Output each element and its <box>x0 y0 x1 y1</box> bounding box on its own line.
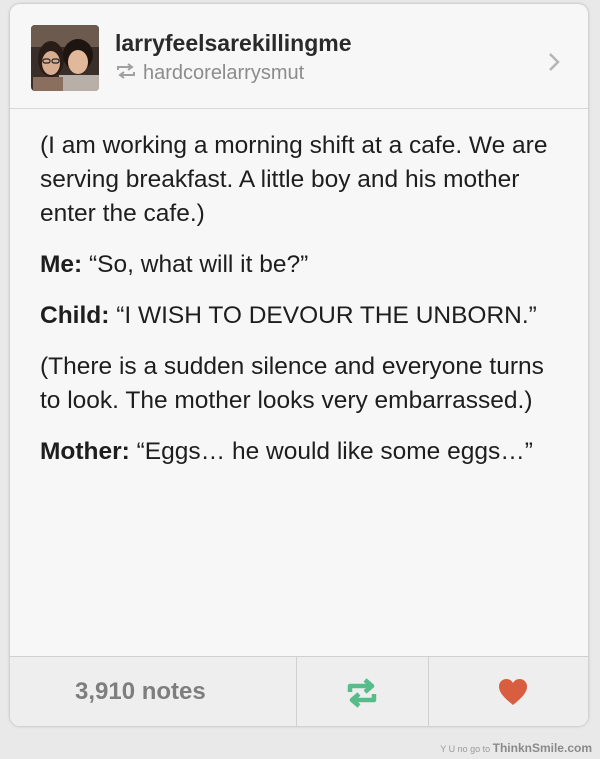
heart-icon <box>499 679 527 705</box>
reblog-small-icon <box>115 62 137 85</box>
avatar[interactable] <box>31 25 99 91</box>
footer-divider <box>296 657 297 726</box>
watermark-brand: ThinknSmile.com <box>492 741 592 755</box>
post-card: larryfeelsarekillingme hardcorelarrysmut… <box>10 4 588 726</box>
reblogged-from: hardcorelarrysmut <box>115 61 304 85</box>
dialogue-text: “Eggs… he would like some eggs…” <box>136 438 533 465</box>
reblog-icon <box>347 678 377 708</box>
post-header: larryfeelsarekillingme hardcorelarrysmut <box>10 4 588 96</box>
dialogue-line: Child: “I WISH TO DEVOUR THE UNBORN.” <box>40 299 570 333</box>
narration-paragraph: (There is a sudden silence and everyone … <box>40 353 544 414</box>
speaker-label: Me: <box>40 251 83 278</box>
dialogue-text: “So, what will it be?” <box>89 251 309 278</box>
post-username[interactable]: larryfeelsarekillingme <box>115 30 352 57</box>
footer-divider <box>428 657 429 726</box>
avatar-photo <box>31 25 99 91</box>
dialogue-text: “I WISH TO DEVOUR THE UNBORN.” <box>116 302 537 329</box>
chevron-right-icon[interactable] <box>546 50 562 79</box>
post-body: (I am working a morning shift at a cafe.… <box>40 129 570 486</box>
dialogue-line: Me: “So, what will it be?” <box>40 248 570 282</box>
reblog-button[interactable] <box>344 677 380 709</box>
watermark: Y U no go to ThinknSmile.com <box>440 741 592 755</box>
watermark-prefix: Y U no go to <box>440 744 491 754</box>
dialogue-line: Mother: “Eggs… he would like some eggs…” <box>40 435 570 469</box>
speaker-label: Mother: <box>40 438 130 465</box>
like-button[interactable] <box>498 678 528 706</box>
header-divider <box>10 108 588 109</box>
intro-paragraph: (I am working a morning shift at a cafe.… <box>40 132 548 227</box>
post-footer: 3,910 notes <box>10 656 588 726</box>
reblogged-from-name[interactable]: hardcorelarrysmut <box>143 62 304 85</box>
notes-count[interactable]: 3,910 notes <box>75 678 206 706</box>
speaker-label: Child: <box>40 302 110 329</box>
